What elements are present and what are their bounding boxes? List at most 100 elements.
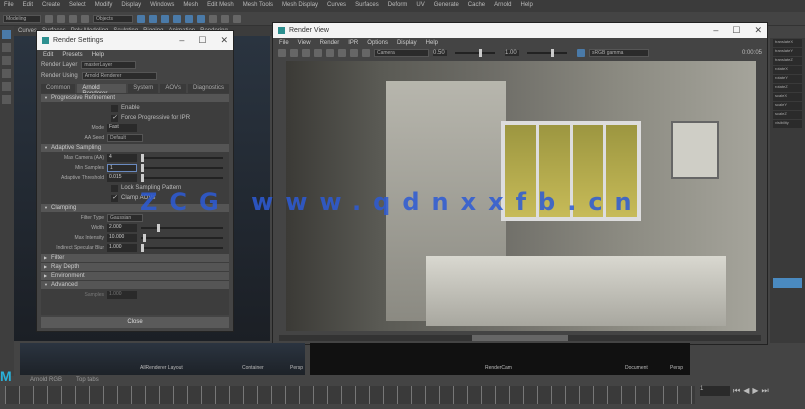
step-back-icon[interactable]: ◀ bbox=[743, 386, 749, 396]
snap-grid-icon[interactable] bbox=[149, 14, 157, 23]
minimize-icon[interactable]: – bbox=[179, 35, 184, 46]
channel-attr[interactable]: rotateY bbox=[773, 75, 802, 83]
min-samples-slider[interactable] bbox=[141, 164, 223, 172]
menu-item[interactable]: File bbox=[4, 2, 14, 10]
play-icon[interactable]: ▶ bbox=[752, 386, 758, 396]
rotate-tool-icon[interactable] bbox=[2, 82, 11, 91]
menu-item[interactable]: Mesh bbox=[183, 2, 198, 10]
undo-icon[interactable] bbox=[81, 14, 89, 23]
color-management-icon[interactable] bbox=[577, 49, 585, 57]
section-adaptive[interactable]: Adaptive Sampling bbox=[41, 144, 229, 152]
menu-item[interactable]: Help bbox=[520, 2, 532, 10]
max-camera-slider[interactable] bbox=[141, 154, 223, 162]
min-samples-field[interactable]: 1 bbox=[107, 164, 137, 172]
channel-attr[interactable]: visibility bbox=[773, 120, 802, 128]
maximize-icon[interactable]: ☐ bbox=[198, 35, 206, 46]
menu-item[interactable]: Edit Mesh bbox=[207, 2, 234, 10]
real-size-icon[interactable] bbox=[362, 49, 370, 57]
renderer-dropdown[interactable]: Arnold Renderer bbox=[81, 71, 157, 80]
max-intensity-field[interactable]: 10.000 bbox=[107, 234, 137, 242]
menu-item[interactable]: UV bbox=[416, 2, 424, 10]
adaptive-threshold-slider[interactable] bbox=[141, 174, 223, 182]
menu-item[interactable]: Create bbox=[42, 2, 60, 10]
menu-item[interactable]: Windows bbox=[150, 2, 174, 10]
channel-attr[interactable]: rotateZ bbox=[773, 84, 802, 92]
tab-system[interactable]: System bbox=[128, 84, 159, 93]
tab-common[interactable]: Common bbox=[41, 84, 76, 93]
workspace-dropdown[interactable]: Modeling bbox=[3, 14, 41, 23]
menu-item[interactable]: Curves bbox=[327, 2, 346, 10]
menu-view[interactable]: View bbox=[298, 40, 311, 46]
max-camera-field[interactable]: 4 bbox=[107, 154, 137, 162]
menu-ipr[interactable]: IPR bbox=[348, 40, 358, 46]
enable-checkbox[interactable] bbox=[111, 104, 118, 112]
mode-field[interactable]: Fast bbox=[107, 124, 137, 132]
menu-item[interactable]: Cache bbox=[468, 2, 485, 10]
menu-item[interactable]: Mesh Tools bbox=[243, 2, 273, 10]
minimize-icon[interactable]: – bbox=[713, 25, 718, 36]
menu-file[interactable]: File bbox=[279, 40, 289, 46]
menu-help[interactable]: Help bbox=[92, 52, 104, 58]
aa-seed-dropdown[interactable]: Default bbox=[107, 134, 143, 142]
render-layer-dropdown[interactable]: masterLayer bbox=[81, 60, 137, 69]
shelf-tab[interactable]: Curves bbox=[18, 28, 37, 34]
tab-aovs[interactable]: AOVs bbox=[160, 84, 186, 93]
channel-attr[interactable]: translateY bbox=[773, 48, 802, 56]
ipr-render-icon[interactable] bbox=[290, 49, 298, 57]
go-end-icon[interactable]: ⏭ bbox=[762, 386, 769, 396]
max-intensity-slider[interactable] bbox=[141, 234, 223, 242]
width-slider[interactable] bbox=[141, 224, 223, 232]
menu-item[interactable]: Select bbox=[69, 2, 86, 10]
snapshot-icon[interactable] bbox=[302, 49, 310, 57]
snap-view-icon[interactable] bbox=[185, 14, 193, 23]
title-bar[interactable]: Render View – ☐ ✕ bbox=[273, 23, 767, 38]
open-icon[interactable] bbox=[57, 14, 65, 23]
menu-item[interactable]: Deform bbox=[388, 2, 408, 10]
camera-dropdown[interactable]: Camera bbox=[374, 49, 429, 57]
new-scene-icon[interactable] bbox=[45, 14, 53, 23]
section-progressive[interactable]: Progressive Refinement bbox=[41, 94, 229, 102]
tab-diagnostics[interactable]: Diagnostics bbox=[187, 84, 229, 93]
menu-display[interactable]: Display bbox=[397, 40, 417, 46]
select-icon[interactable] bbox=[137, 14, 145, 23]
select-tool-icon[interactable] bbox=[2, 30, 11, 39]
menu-edit[interactable]: Edit bbox=[43, 52, 53, 58]
menu-item[interactable]: Surfaces bbox=[355, 2, 379, 10]
channel-attr[interactable]: rotateX bbox=[773, 66, 802, 74]
lock-sampling-checkbox[interactable] bbox=[111, 184, 118, 192]
gamma-slider[interactable] bbox=[527, 49, 567, 57]
exposure-field[interactable]: 0.50 bbox=[433, 50, 447, 56]
section-environment[interactable]: Environment bbox=[41, 272, 229, 280]
ipr-icon[interactable] bbox=[221, 14, 229, 23]
menu-item[interactable]: Mesh Display bbox=[282, 2, 318, 10]
width-field[interactable]: 2.000 bbox=[107, 224, 137, 232]
persp-panel[interactable]: AllRenderer Layout Container Persp bbox=[20, 343, 305, 375]
move-tool-icon[interactable] bbox=[2, 69, 11, 78]
samples-field[interactable]: 1.000 bbox=[107, 291, 137, 299]
channel-attr[interactable]: translateZ bbox=[773, 57, 802, 65]
section-ray-depth[interactable]: Ray Depth bbox=[41, 263, 229, 271]
channel-attr[interactable]: scaleX bbox=[773, 93, 802, 101]
save-icon[interactable] bbox=[69, 14, 77, 23]
indirect-specular-field[interactable]: 1.000 bbox=[107, 244, 137, 252]
remove-image-icon[interactable] bbox=[326, 49, 334, 57]
channel-attr[interactable]: translateX bbox=[773, 39, 802, 47]
channel-icon[interactable] bbox=[338, 49, 346, 57]
menu-item[interactable]: Arnold bbox=[494, 2, 511, 10]
maximize-icon[interactable]: ☐ bbox=[732, 25, 740, 36]
section-filter[interactable]: Filter bbox=[41, 254, 229, 262]
snap-curve-icon[interactable] bbox=[161, 14, 169, 23]
section-advanced[interactable]: Advanced bbox=[41, 281, 229, 289]
clamp-aovs-checkbox[interactable]: ✓ bbox=[111, 194, 118, 202]
tab-arnold[interactable]: Arnold Renderer bbox=[77, 84, 127, 97]
filter-type-dropdown[interactable]: Gaussian bbox=[107, 214, 143, 222]
scale-tool-icon[interactable] bbox=[2, 95, 11, 104]
paint-tool-icon[interactable] bbox=[2, 56, 11, 65]
object-search[interactable]: Objects bbox=[93, 14, 133, 23]
close-icon[interactable]: ✕ bbox=[220, 35, 228, 46]
force-progressive-checkbox[interactable]: ✓ bbox=[111, 114, 118, 122]
menu-item[interactable]: Modify bbox=[95, 2, 113, 10]
menu-item[interactable]: Edit bbox=[23, 2, 33, 10]
current-frame-field[interactable]: 1 bbox=[700, 386, 730, 396]
menu-options[interactable]: Options bbox=[367, 40, 388, 46]
